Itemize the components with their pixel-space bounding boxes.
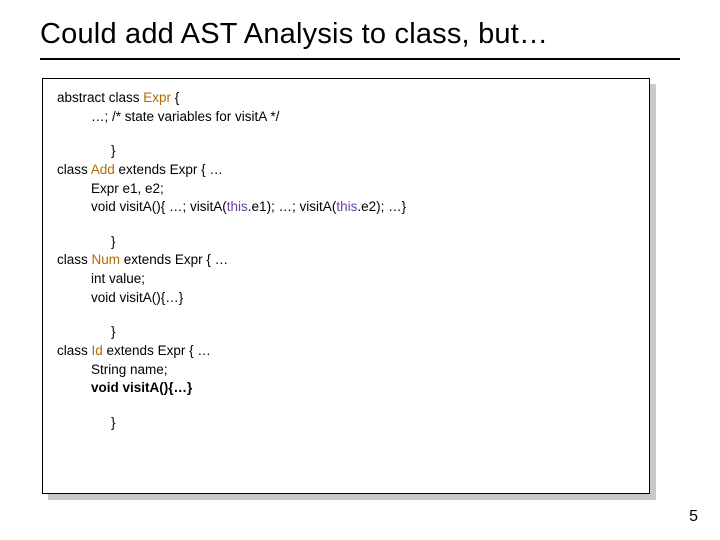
code-line: class Num extends Expr { … [57, 251, 635, 270]
type-name: Add [91, 162, 115, 177]
code-line: } [57, 414, 635, 433]
code-box: abstract class Expr { …; /* state variab… [42, 78, 650, 494]
code-line: void visitA(){…} [57, 379, 635, 398]
code-line: int value; [57, 270, 635, 289]
text: extends Expr { … [103, 343, 211, 358]
type-name: Num [92, 252, 121, 267]
text: { [171, 90, 179, 105]
code-line: abstract class Expr { [57, 89, 635, 108]
code-line: void visitA(){…} [57, 289, 635, 308]
type-name: Expr [143, 90, 171, 105]
code-line: } [57, 142, 635, 161]
text: extends Expr { … [120, 252, 228, 267]
text: class [57, 343, 92, 358]
code-line: } [57, 233, 635, 252]
code-line: …; /* state variables for visitA */ [57, 108, 635, 127]
text: class [57, 252, 92, 267]
text: class [57, 162, 91, 177]
text: void visitA(){ …; visitA( [91, 199, 227, 214]
keyword-this: this [336, 199, 357, 214]
keyword-this: this [227, 199, 248, 214]
text: .e1); …; visitA( [248, 199, 337, 214]
blank-line [57, 398, 635, 414]
code-line: void visitA(){ …; visitA(this.e1); …; vi… [57, 198, 635, 217]
type-name: Id [92, 343, 103, 358]
page-number: 5 [689, 508, 698, 526]
slide-title: Could add AST Analysis to class, but… [40, 18, 548, 51]
title-underline [40, 58, 680, 60]
text: abstract class [57, 90, 143, 105]
code-line: Expr e1, e2; [57, 180, 635, 199]
text: .e2); …} [357, 199, 406, 214]
code-line: class Add extends Expr { … [57, 161, 635, 180]
code-line: String name; [57, 361, 635, 380]
blank-line [57, 126, 635, 142]
code-line: } [57, 323, 635, 342]
slide: Could add AST Analysis to class, but… ab… [0, 0, 720, 540]
blank-line [57, 307, 635, 323]
text: extends Expr { … [115, 162, 223, 177]
blank-line [57, 217, 635, 233]
code-line: class Id extends Expr { … [57, 342, 635, 361]
